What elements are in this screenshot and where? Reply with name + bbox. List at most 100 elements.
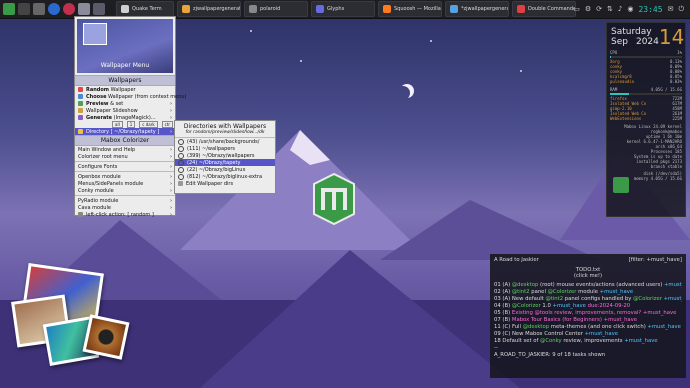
left-click-action-item[interactable]: left-click action: [ random ] ›	[75, 211, 175, 218]
section-header-wallpapers: Wallpapers	[75, 75, 175, 86]
conky-date: 14	[658, 25, 685, 49]
chevron-right-icon: ›	[170, 107, 172, 114]
network-icon[interactable]: ⇅	[607, 5, 613, 13]
swatch-button[interactable]: ctr	[161, 121, 174, 128]
conky-day: Saturday	[611, 27, 652, 37]
clock[interactable]: 23:45	[638, 5, 662, 14]
menu-item[interactable]: Wallpaper Slideshow ›	[75, 107, 175, 114]
update-icon[interactable]: ⟳	[596, 5, 602, 13]
todo-item[interactable]: 11 (C) Full @desktop meta-themes (and on…	[494, 324, 682, 331]
screen-icon[interactable]: ▭	[573, 5, 580, 13]
notifications-icon[interactable]: ✉	[668, 5, 674, 13]
colorizer-item[interactable]: Cava module ›	[75, 204, 175, 211]
browser-icon[interactable]	[48, 3, 60, 15]
menu-item[interactable]: Choose Wallpaper (from context menu)	[75, 93, 187, 100]
camera-icon[interactable]: ◉	[627, 5, 633, 13]
todo-segment: review, improvements	[561, 338, 625, 344]
colorizer-item[interactable]: PyRadio module ›	[75, 197, 175, 204]
swatch-button[interactable]: 1	[126, 121, 136, 128]
mabox-menu-icon[interactable]	[3, 3, 15, 15]
todo-segment: panel configs handled by	[563, 296, 634, 302]
todo-segment: Mabox Tour Basics (for Beginners) +must_…	[511, 317, 638, 323]
taskbar-task[interactable]: Glyphs	[311, 1, 375, 17]
todo-segment: +must_have	[584, 331, 619, 337]
todo-segment: 04 (B)	[494, 303, 512, 309]
taskbar-task[interactable]: Quake Term	[116, 1, 174, 17]
colorizer-item[interactable]: Colorizer root menu ›	[75, 153, 175, 160]
menu-item-label: Choose Wallpaper (from context menu)	[86, 93, 187, 100]
chevron-right-icon: ›	[170, 173, 172, 180]
directory-option[interactable]: (812) ~/Obrazy/biglinux-extra	[175, 173, 275, 180]
power-icon[interactable]: ⏻	[678, 5, 684, 14]
chevron-right-icon: ›	[170, 153, 172, 160]
menu-thumbnail-label: Wallpaper Menu	[100, 62, 150, 69]
todo-item[interactable]: 09 (C) New Mabox Control Center +must_ha…	[494, 331, 682, 338]
settings-icon[interactable]: ⚙	[585, 5, 591, 13]
desktop-grid-icon[interactable]	[93, 3, 105, 15]
todo-item[interactable]: 07 (B) Mabox Tour Basics (for Beginners)…	[494, 317, 682, 324]
todo-segment: +must_have	[624, 338, 658, 344]
chevron-right-icon: ›	[170, 163, 172, 170]
menu-item-icon	[78, 115, 83, 120]
directory-menu-item[interactable]: Directory [ ~/Obrazy/tapety ] ›	[75, 128, 175, 135]
edit-dirs-item[interactable]: Edit Wallpaper dirs	[175, 180, 275, 187]
cpu-label: CPU	[610, 50, 618, 55]
todo-item[interactable]: 03 (A) New default @tint2 panel configs …	[494, 296, 682, 303]
taskbar-task[interactable]: zjwallpapergenerate	[177, 1, 241, 17]
swatch-button[interactable]: c dark	[139, 121, 158, 128]
todo-segment: 01 (A)	[494, 282, 512, 288]
todo-segment: @desktop	[522, 324, 550, 330]
menu-separator	[75, 171, 175, 172]
chevron-right-icon: ›	[170, 128, 172, 135]
colorizer-item[interactable]: Configure Fonts ›	[75, 163, 175, 170]
colorizer-item-label: PyRadio module	[78, 197, 119, 204]
todo-segment: @tint2	[511, 289, 530, 295]
app-icon	[450, 5, 458, 13]
colorizer-item[interactable]: Main Window and Help ›	[75, 146, 175, 153]
menu-item-label: Wallpaper Slideshow	[86, 107, 138, 114]
mouse-icon	[78, 212, 83, 217]
todo-item[interactable]: 04 (B) @Colorizer 1.0 +must_have due:202…	[494, 303, 682, 310]
directory-option[interactable]: (24) ~/Obrazy/tapety	[175, 159, 275, 166]
task-label: Quake Term	[132, 6, 162, 12]
taskbar-task[interactable]: Squoosh — Mozilla F	[378, 1, 442, 17]
edit-icon	[178, 181, 183, 186]
chevron-right-icon: ›	[170, 197, 172, 204]
directory-option[interactable]: (111) ~/wallpapers	[175, 145, 275, 152]
task-label: Glyphs	[327, 6, 345, 12]
directory-option[interactable]: (399) ~/Obrazy/wallpapers	[175, 152, 275, 159]
todo-item[interactable]: 01 (A) @desktop (root) mouse events/acti…	[494, 282, 682, 289]
menu-item[interactable]: Generate (ImageMagick)... ›	[75, 114, 175, 121]
todo-panel[interactable]: A Road to Jaskier [filter: +must_have] T…	[490, 254, 686, 378]
menu-item-label: Random Wallpaper	[86, 86, 136, 93]
cherries-icon[interactable]	[63, 3, 75, 15]
todo-separator: --	[494, 345, 498, 351]
terminal-icon[interactable]	[18, 3, 30, 15]
files-icon[interactable]	[33, 3, 45, 15]
todo-segment: 1.0	[540, 303, 553, 309]
process-value: 0.03%	[669, 79, 682, 84]
todo-segment: @Colorizer	[511, 303, 541, 309]
conky-year: 2024	[635, 37, 659, 47]
colorizer-item[interactable]: Menus/SidePanels module ›	[75, 180, 175, 187]
menu-item[interactable]: Preview & set ›	[75, 100, 175, 107]
menu-item[interactable]: Random Wallpaper	[75, 86, 175, 93]
volume-icon[interactable]: ♪	[618, 5, 622, 13]
directory-option[interactable]: (43) /usr/share/backgrounds/	[175, 138, 275, 145]
todo-item[interactable]: 02 (A) @tint2 panel @Colorizer module +m…	[494, 289, 682, 296]
directory-option[interactable]: (22) ~/Obrazy/bigLinux	[175, 166, 275, 173]
taskbar-task[interactable]: Double Commander	[512, 1, 576, 17]
swatch-button[interactable]: all	[112, 121, 123, 128]
todo-hint: (click me!)	[573, 273, 603, 279]
menu-item-icon	[78, 87, 83, 92]
desktop-grid-icon[interactable]	[78, 3, 90, 15]
cpu-bar	[610, 56, 682, 58]
colorizer-item[interactable]: Openbox module ›	[75, 173, 175, 180]
colorizer-item[interactable]: Conky module ›	[75, 187, 175, 194]
taskbar-task[interactable]: polaroid	[244, 1, 308, 17]
process-value: 225M	[672, 116, 682, 121]
directory-option-label: (111) ~/wallpapers	[187, 145, 235, 152]
todo-item[interactable]: 18 Default set of @Conky review, improve…	[494, 338, 682, 345]
taskbar-task[interactable]: *zjwallpapergenerat	[445, 1, 509, 17]
todo-item[interactable]: 05 (B) Existing @tools review, improveme…	[494, 310, 682, 317]
